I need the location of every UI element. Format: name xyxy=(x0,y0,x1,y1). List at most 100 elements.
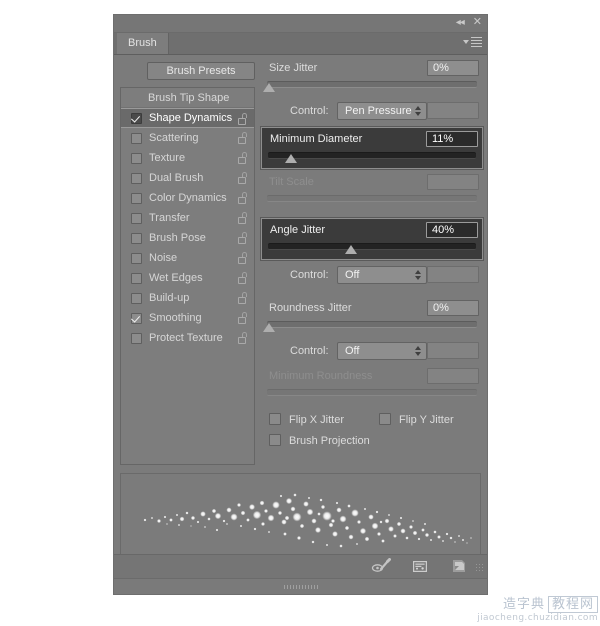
lock-open-icon[interactable] xyxy=(238,132,248,144)
size-control-select[interactable]: Pen Pressure xyxy=(337,102,427,120)
lock-open-icon[interactable] xyxy=(238,212,248,224)
slider-thumb[interactable] xyxy=(284,154,297,163)
slider-thumb[interactable] xyxy=(263,323,276,332)
angle-jitter-slider[interactable] xyxy=(268,240,476,256)
sidebar-item-dual-brush[interactable]: Dual Brush xyxy=(121,168,254,188)
checkbox-texture[interactable] xyxy=(131,152,142,164)
angle-control-ghost-box xyxy=(427,266,479,283)
checkbox-brush-pose[interactable] xyxy=(131,232,142,244)
slider-thumb[interactable] xyxy=(263,83,276,92)
checkbox-dual-brush[interactable] xyxy=(131,172,142,184)
lock-open-icon[interactable] xyxy=(238,332,248,344)
checkbox-flip-y-jitter[interactable] xyxy=(379,413,391,425)
checkbox-transfer[interactable] xyxy=(131,212,142,224)
size-control-label: Control: xyxy=(290,105,329,117)
lock-open-icon[interactable] xyxy=(238,113,248,125)
angle-control-select[interactable]: Off xyxy=(337,266,427,284)
roundness-control-label: Control: xyxy=(290,345,329,357)
sidebar-item-shape-dynamics[interactable]: Shape Dynamics xyxy=(121,108,254,128)
slider-track xyxy=(268,152,476,159)
sidebar-item-smoothing[interactable]: Smoothing xyxy=(121,308,254,328)
sidebar-item-color-dynamics[interactable]: Color Dynamics xyxy=(121,188,254,208)
resize-grip-icon[interactable] xyxy=(283,585,318,589)
brush-options-column: Brush Presets Brush Tip Shape Shape Dyna… xyxy=(120,55,255,470)
angle-jitter-value[interactable]: 40% xyxy=(426,222,478,238)
stepper-arrows-icon[interactable] xyxy=(415,270,421,280)
lock-open-icon[interactable] xyxy=(238,292,248,304)
roundness-control-group: Control: Off xyxy=(261,341,483,363)
checkbox-protect-texture[interactable] xyxy=(131,332,142,344)
minimum-diameter-slider[interactable] xyxy=(268,149,476,165)
roundness-control-select[interactable]: Off xyxy=(337,342,427,360)
sidebar-item-wet-edges[interactable]: Wet Edges xyxy=(121,268,254,288)
stepper-arrows-icon[interactable] xyxy=(415,346,421,356)
minimum-diameter-value[interactable]: 11% xyxy=(426,131,478,147)
size-jitter-slider[interactable] xyxy=(263,78,477,94)
lock-open-icon[interactable] xyxy=(238,312,248,324)
panel-body: Brush Presets Brush Tip Shape Shape Dyna… xyxy=(114,55,487,568)
lock-open-icon[interactable] xyxy=(238,172,248,184)
collapse-double-chevron-icon[interactable]: ◂◂ xyxy=(456,17,465,28)
tilt-scale-label: Tilt Scale xyxy=(269,176,314,188)
chevron-down-icon xyxy=(463,40,469,44)
sidebar-item-build-up[interactable]: Build-up xyxy=(121,288,254,308)
sidebar-item-transfer[interactable]: Transfer xyxy=(121,208,254,228)
checkbox-scattering[interactable] xyxy=(131,132,142,144)
sidebar-item-label: Protect Texture xyxy=(149,332,223,344)
angle-control-group: Control: Off xyxy=(261,265,483,287)
roundness-control-ghost-box xyxy=(427,342,479,359)
close-icon[interactable]: ✕ xyxy=(473,17,482,28)
panel-resize-bar[interactable] xyxy=(114,578,487,594)
brush-tip-shape-item[interactable]: Brush Tip Shape xyxy=(121,88,254,108)
checkbox-brush-projection[interactable] xyxy=(269,434,281,446)
tab-brush[interactable]: Brush xyxy=(117,33,169,54)
watermark-url: jiaocheng.chuzidian.com xyxy=(477,613,598,623)
brush-presets-button[interactable]: Brush Presets xyxy=(147,62,255,80)
lock-open-icon[interactable] xyxy=(238,152,248,164)
lock-open-icon[interactable] xyxy=(238,192,248,204)
sidebar-item-label: Brush Pose xyxy=(149,232,206,244)
checkbox-shape-dynamics[interactable] xyxy=(131,112,142,124)
footer-icon-group xyxy=(371,558,469,575)
slider-thumb[interactable] xyxy=(345,245,358,254)
checkbox-wet-edges[interactable] xyxy=(131,272,142,284)
panel-menu-icon[interactable] xyxy=(463,37,482,47)
tilt-scale-group: Tilt Scale xyxy=(261,173,483,208)
checkbox-flip-x-jitter[interactable] xyxy=(269,413,281,425)
sidebar-item-brush-pose[interactable]: Brush Pose xyxy=(121,228,254,248)
slider-track xyxy=(268,243,476,250)
window-buttons: ◂◂ ✕ xyxy=(456,17,482,29)
sidebar-item-label: Build-up xyxy=(149,292,190,304)
delete-brush-icon[interactable] xyxy=(449,558,469,575)
watermark: 造字典 教程网 jiaocheng.chuzidian.com xyxy=(470,596,598,624)
size-jitter-value[interactable]: 0% xyxy=(427,60,479,76)
roundness-jitter-group: Roundness Jitter 0% xyxy=(261,299,483,334)
lock-open-icon[interactable] xyxy=(238,272,248,284)
size-jitter-label: Size Jitter xyxy=(269,62,318,74)
flip-x-jitter-label: Flip X Jitter xyxy=(289,414,345,426)
sidebar-item-noise[interactable]: Noise xyxy=(121,248,254,268)
roundness-jitter-value[interactable]: 0% xyxy=(427,300,479,316)
flip-options-group: Flip X Jitter Flip Y Jitter Brush Projec… xyxy=(261,411,483,453)
checkbox-noise[interactable] xyxy=(131,252,142,264)
checkbox-color-dynamics[interactable] xyxy=(131,192,142,204)
slider-track xyxy=(267,81,477,88)
stepper-arrows-icon[interactable] xyxy=(415,106,421,116)
sidebar-item-scattering[interactable]: Scattering xyxy=(121,128,254,148)
checkbox-smoothing[interactable] xyxy=(131,312,142,324)
lock-open-icon[interactable] xyxy=(238,252,248,264)
size-control-value: Pen Pressure xyxy=(345,105,412,117)
brush-preview-toggle-icon[interactable] xyxy=(371,558,391,575)
angle-control-label: Control: xyxy=(290,269,329,281)
roundness-jitter-slider[interactable] xyxy=(263,318,477,334)
sidebar-item-protect-texture[interactable]: Protect Texture xyxy=(121,328,254,348)
checkbox-build-up[interactable] xyxy=(131,292,142,304)
lock-open-icon[interactable] xyxy=(238,232,248,244)
sidebar-item-texture[interactable]: Texture xyxy=(121,148,254,168)
minimum-diameter-label: Minimum Diameter xyxy=(270,133,363,145)
flip-y-jitter-label: Flip Y Jitter xyxy=(399,414,454,426)
brush-projection-label: Brush Projection xyxy=(289,435,370,447)
panel-titlebar: ◂◂ ✕ xyxy=(114,15,487,33)
brush-options-list: Brush Tip Shape Shape Dynamics Scatterin… xyxy=(120,87,255,465)
new-brush-preset-icon[interactable] xyxy=(410,558,430,575)
